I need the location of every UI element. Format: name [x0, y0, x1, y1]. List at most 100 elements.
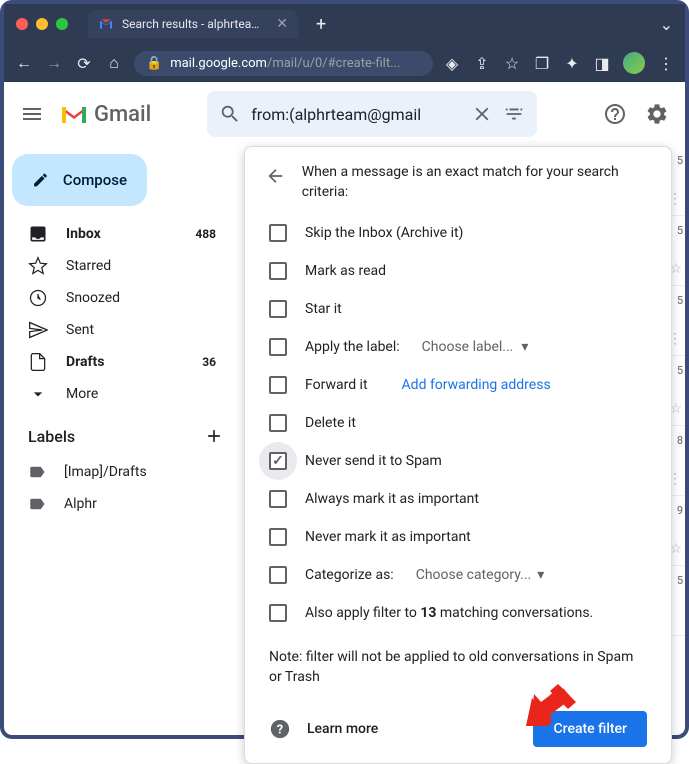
help-icon[interactable]: [603, 102, 627, 126]
search-input[interactable]: from:(alphrteam@gmail: [251, 105, 461, 124]
checkbox[interactable]: [269, 338, 287, 356]
pencil-icon: [32, 170, 49, 190]
sidebar-item-drafts[interactable]: Drafts 36: [4, 346, 232, 378]
option-skip-inbox[interactable]: Skip the Inbox (Archive it): [245, 214, 671, 252]
main-content: Compose Inbox 488 Starred Snoozed Sent D…: [4, 146, 685, 735]
search-bar[interactable]: from:(alphrteam@gmail: [207, 91, 537, 137]
add-label-icon[interactable]: [204, 426, 224, 446]
compose-button[interactable]: Compose: [12, 154, 147, 206]
option-label: Apply the label:: [305, 339, 400, 355]
label-text: Alphr: [64, 496, 97, 512]
label-icon: [28, 495, 46, 513]
eye-icon[interactable]: ◈: [443, 54, 461, 72]
checkbox[interactable]: [269, 490, 287, 508]
browser-url-bar: ← → ⟳ ⌂ 🔒 mail.google.com/mail/u/0/#crea…: [4, 44, 685, 82]
help-circle-icon[interactable]: ?: [269, 718, 291, 740]
option-also-apply[interactable]: Also apply filter to 13 matching convers…: [245, 594, 671, 632]
sidebar-item-starred[interactable]: Starred: [4, 250, 232, 282]
add-forwarding-link[interactable]: Add forwarding address: [402, 377, 551, 393]
url-domain: mail.google.com: [170, 56, 267, 71]
gmail-logo-text: Gmail: [94, 102, 151, 127]
option-label: Always mark it as important: [305, 491, 479, 507]
checkbox[interactable]: [269, 262, 287, 280]
option-star-it[interactable]: Star it: [245, 290, 671, 328]
checkbox[interactable]: [269, 604, 287, 622]
option-label: Never send it to Spam: [305, 453, 442, 469]
settings-gear-icon[interactable]: [645, 102, 669, 126]
option-forward-it[interactable]: Forward it Add forwarding address: [245, 366, 671, 404]
forward-button[interactable]: →: [44, 53, 64, 73]
option-label: Never mark it as important: [305, 529, 471, 545]
extensions-icon[interactable]: ✦: [563, 54, 581, 72]
panel-title: When a message is an exact match for you…: [302, 163, 647, 202]
back-arrow-icon[interactable]: [265, 165, 286, 187]
browser-menu-icon[interactable]: ⋮: [657, 54, 675, 72]
option-categorize[interactable]: Categorize as: Choose category... ▾: [245, 556, 671, 594]
option-mark-important[interactable]: Always mark it as important: [245, 480, 671, 518]
star-icon: [28, 256, 48, 276]
labels-title: Labels: [28, 427, 75, 446]
dropdown-arrow-icon: ▾: [521, 339, 528, 355]
svg-text:?: ?: [277, 723, 283, 738]
tab-group-icon[interactable]: ❐: [533, 54, 551, 72]
sidebar-item-snoozed[interactable]: Snoozed: [4, 282, 232, 314]
close-window-button[interactable]: [16, 18, 28, 30]
sidebar-label-imap-drafts[interactable]: [Imap]/Drafts: [4, 456, 232, 488]
search-options-icon[interactable]: [503, 103, 525, 125]
gmail-logo[interactable]: Gmail: [60, 102, 151, 127]
choose-category-dropdown[interactable]: Choose category... ▾: [416, 567, 545, 583]
checkbox[interactable]: [269, 376, 287, 394]
labels-header: Labels: [4, 410, 244, 456]
home-button[interactable]: ⌂: [104, 53, 124, 73]
checkbox-checked[interactable]: [269, 452, 287, 470]
sidebar-item-more[interactable]: More: [4, 378, 232, 410]
sidepanel-icon[interactable]: ◨: [593, 54, 611, 72]
minimize-window-button[interactable]: [36, 18, 48, 30]
sidebar-item-sent[interactable]: Sent: [4, 314, 232, 346]
profile-avatar[interactable]: [623, 52, 645, 74]
address-bar[interactable]: 🔒 mail.google.com/mail/u/0/#create-filt.…: [134, 51, 433, 76]
drafts-count: 36: [202, 355, 216, 369]
option-never-spam[interactable]: Never send it to Spam: [245, 442, 671, 480]
share-icon[interactable]: ⇪: [473, 54, 491, 72]
nav-label: Drafts: [66, 354, 104, 370]
back-button[interactable]: ←: [14, 53, 34, 73]
lock-icon: 🔒: [146, 56, 162, 71]
header-actions: [603, 102, 669, 126]
option-label: Skip the Inbox (Archive it): [305, 225, 463, 241]
content-area: 5⋮ 5☆ 5⋮ 5☆ 8⋮ 9☆ 5 When a message is an…: [244, 146, 685, 735]
bookmark-star-icon[interactable]: ☆: [503, 54, 521, 72]
checkbox[interactable]: [269, 300, 287, 318]
maximize-window-button[interactable]: [56, 18, 68, 30]
sidebar-label-alphr[interactable]: Alphr: [4, 488, 232, 520]
learn-more-link[interactable]: Learn more: [307, 721, 378, 737]
close-tab-icon[interactable]: ✕: [276, 16, 288, 32]
new-tab-button[interactable]: +: [316, 14, 326, 35]
sidebar-item-inbox[interactable]: Inbox 488: [4, 218, 232, 250]
checkbox[interactable]: [269, 566, 287, 584]
reload-button[interactable]: ⟳: [74, 54, 94, 73]
checkbox[interactable]: [269, 224, 287, 242]
inbox-icon: [28, 224, 48, 244]
dropdown-arrow-icon: ▾: [537, 567, 544, 583]
panel-header: When a message is an exact match for you…: [245, 163, 671, 214]
window-controls: [16, 18, 68, 30]
option-delete-it[interactable]: Delete it: [245, 404, 671, 442]
choose-label-dropdown[interactable]: Choose label... ▾: [422, 339, 529, 355]
browser-tab[interactable]: Search results - alphrteam@g ✕: [88, 10, 298, 38]
create-filter-panel: When a message is an exact match for you…: [244, 146, 672, 764]
clear-search-icon[interactable]: [471, 103, 493, 125]
main-menu-icon[interactable]: [20, 102, 44, 126]
option-apply-label[interactable]: Apply the label: Choose label... ▾: [245, 328, 671, 366]
option-never-important[interactable]: Never mark it as important: [245, 518, 671, 556]
chevron-down-icon: [28, 384, 48, 404]
option-mark-read[interactable]: Mark as read: [245, 252, 671, 290]
search-icon[interactable]: [219, 103, 241, 125]
tabs-dropdown-icon[interactable]: ⌄: [660, 15, 673, 34]
checkbox[interactable]: [269, 414, 287, 432]
option-label: Mark as read: [305, 263, 386, 279]
nav-label: More: [66, 386, 98, 402]
option-label: Also apply filter to 13 matching convers…: [305, 605, 593, 621]
checkbox[interactable]: [269, 528, 287, 546]
red-arrow-annotation: [526, 684, 576, 729]
